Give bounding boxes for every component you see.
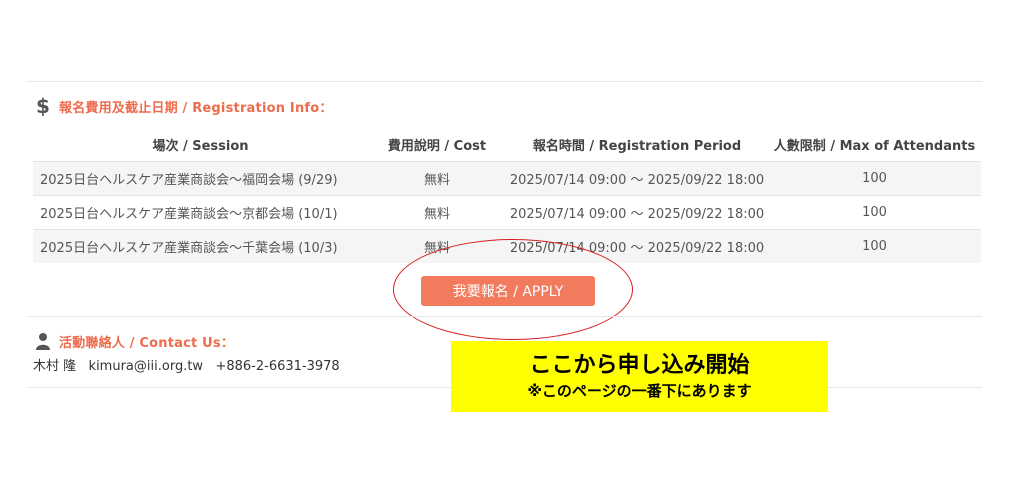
session-cell: 2025日台ヘルスケア産業商談会～千葉会場 (10/3) bbox=[40, 241, 338, 256]
table-header: 場次 / Session 費用說明 / Cost 報名時間 / Registra… bbox=[33, 127, 981, 161]
col-header-session: 場次 / Session bbox=[152, 138, 249, 154]
contact-title: 活動聯絡人 / Contact Us： bbox=[59, 335, 235, 351]
table-row: 2025日台ヘルスケア産業商談会～福岡会場 (9/29) 無料 2025/07/… bbox=[33, 161, 981, 195]
period-cell: 2025/07/14 09:00 ～ 2025/09/22 18:00 bbox=[509, 173, 765, 188]
max-cell: 100 bbox=[862, 171, 887, 186]
table-row: 2025日台ヘルスケア産業商談会～京都会場 (10/1) 無料 2025/07/… bbox=[33, 195, 981, 229]
col-header-max: 人數限制 / Max of Attendants bbox=[773, 138, 976, 154]
annotation-note: ここから申し込み開始 ※このページの一番下にあります bbox=[451, 341, 828, 412]
annotation-line2: ※このページの一番下にあります bbox=[527, 381, 752, 400]
max-cell: 100 bbox=[862, 205, 887, 220]
highlight-ellipse bbox=[393, 239, 633, 340]
registration-header: $ 報名費用及截止日期 / Registration Info： bbox=[33, 95, 333, 117]
middle-divider bbox=[27, 316, 982, 317]
person-icon bbox=[33, 330, 53, 352]
contact-email[interactable]: kimura@iii.org.tw bbox=[89, 359, 204, 374]
contact-phone: +886-2-6631-3978 bbox=[215, 359, 340, 374]
dollar-icon: $ bbox=[33, 95, 53, 117]
svg-text:$: $ bbox=[36, 96, 50, 116]
col-header-cost: 費用說明 / Cost bbox=[387, 138, 487, 154]
top-divider bbox=[27, 81, 982, 82]
contact-header: 活動聯絡人 / Contact Us： bbox=[33, 330, 234, 352]
contact-name: 木村 隆 bbox=[33, 359, 77, 374]
period-cell: 2025/07/14 09:00 ～ 2025/09/22 18:00 bbox=[509, 207, 765, 222]
max-cell: 100 bbox=[862, 239, 887, 254]
cost-cell: 無料 bbox=[423, 207, 450, 222]
session-cell: 2025日台ヘルスケア産業商談会～京都会場 (10/1) bbox=[40, 207, 338, 222]
registration-title: 報名費用及截止日期 / Registration Info： bbox=[59, 100, 333, 116]
annotation-line1: ここから申し込み開始 bbox=[529, 352, 750, 378]
col-header-period: 報名時間 / Registration Period bbox=[532, 138, 742, 154]
cost-cell: 無料 bbox=[423, 173, 450, 188]
contact-details: 木村 隆 kimura@iii.org.tw +886-2-6631-3978 bbox=[33, 355, 340, 374]
session-cell: 2025日台ヘルスケア産業商談会～福岡会場 (9/29) bbox=[40, 173, 338, 188]
